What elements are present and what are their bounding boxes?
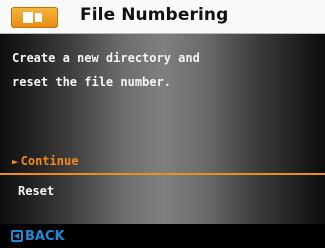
page-title: File Numbering bbox=[80, 5, 229, 25]
option-reset[interactable]: Reset bbox=[18, 184, 54, 198]
option-reset-label: Reset bbox=[18, 184, 55, 198]
back-arrow-icon bbox=[11, 230, 23, 242]
description-text: Create a new directory and reset the fil… bbox=[12, 51, 200, 89]
menu-panel: Create a new directory and reset the fil… bbox=[0, 34, 325, 224]
selection-divider bbox=[0, 173, 325, 175]
option-continue-label: Continue bbox=[20, 154, 79, 168]
selection-arrow-icon: ► bbox=[12, 155, 19, 168]
back-button[interactable]: BACK bbox=[11, 228, 65, 244]
camera-menu-screen: File Numbering Create a new directory an… bbox=[0, 0, 325, 248]
back-label: BACK bbox=[25, 228, 65, 244]
option-continue[interactable]: ► Continue bbox=[12, 154, 78, 168]
bottom-bar: BACK bbox=[0, 224, 325, 248]
title-bar: File Numbering bbox=[0, 0, 325, 34]
memory-card-icon bbox=[11, 7, 58, 28]
